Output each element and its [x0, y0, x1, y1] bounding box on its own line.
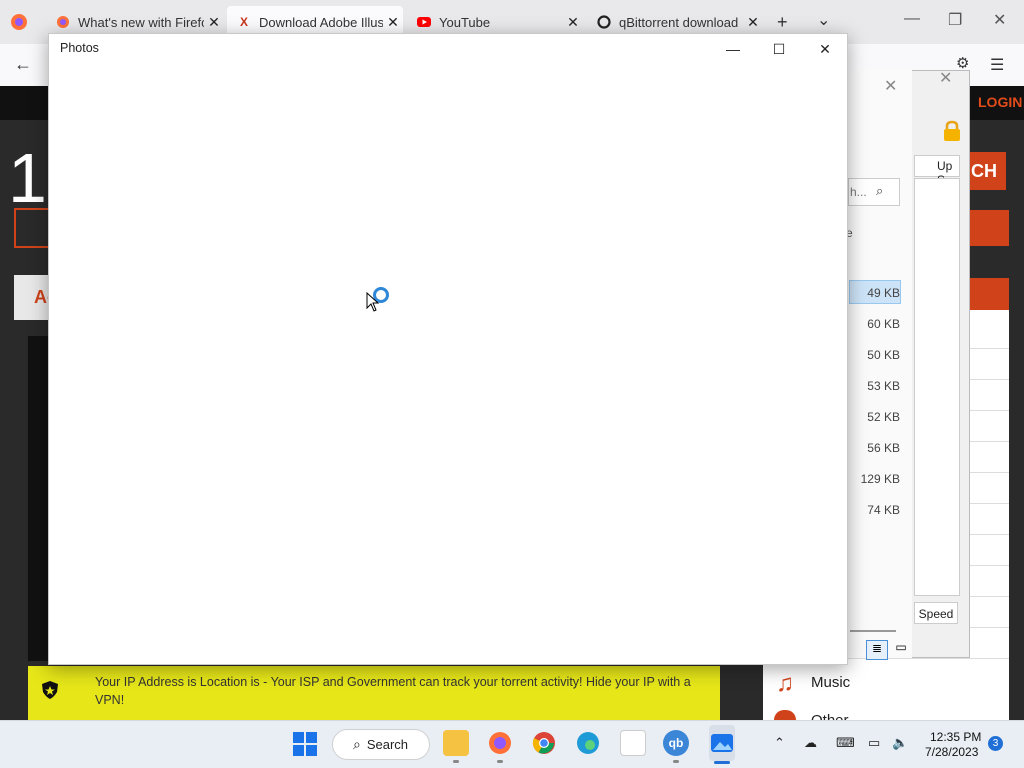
active-indicator: [714, 761, 730, 764]
category-music-link[interactable]: Music: [811, 674, 850, 691]
up-speed-column-header[interactable]: Up S: [914, 155, 960, 187]
cloud-offline-icon[interactable]: ☁: [804, 735, 817, 751]
file-size: 53 KB: [867, 379, 900, 393]
qbittorrent-icon[interactable]: qb: [663, 730, 689, 756]
list-view-icon[interactable]: ≣: [866, 640, 888, 660]
taskbar-search-button[interactable]: ⌕ Search: [332, 729, 430, 760]
clock-date[interactable]: 7/28/2023: [925, 745, 978, 759]
shield-icon: [40, 680, 60, 700]
firefox-menu-icon[interactable]: [10, 13, 28, 31]
ip-warning-text: Your IP Address is Location is - Your IS…: [95, 675, 691, 707]
running-indicator: [497, 760, 503, 763]
notepad-icon[interactable]: [620, 730, 646, 756]
close-icon[interactable]: ✕: [939, 68, 952, 88]
firefox-icon[interactable]: [487, 730, 513, 756]
keyboard-icon[interactable]: ⌨: [836, 735, 855, 751]
site-x-icon: X: [239, 15, 248, 29]
file-size: 129 KB: [860, 472, 900, 486]
tab-label: What's new with Firefox: [78, 14, 204, 30]
back-button[interactable]: ←: [14, 54, 32, 75]
file-size: 49 KB: [867, 286, 900, 300]
category-other-link[interactable]: Other: [811, 712, 849, 720]
notification-badge[interactable]: 3: [988, 736, 1003, 751]
app-menu-icon[interactable]: ☰: [990, 55, 1004, 75]
site-info-panel: [28, 336, 50, 661]
file-size: 60 KB: [867, 317, 900, 331]
edge-icon[interactable]: [575, 730, 601, 756]
lock-icon[interactable]: [942, 120, 962, 142]
browser-close-button[interactable]: ✕: [993, 10, 1006, 30]
mouse-cursor-icon: [366, 291, 380, 312]
file-size: 74 KB: [867, 503, 900, 517]
speed-column-header[interactable]: Speed: [914, 602, 958, 624]
file-size: 52 KB: [867, 410, 900, 424]
close-button[interactable]: ✕: [810, 40, 840, 58]
running-indicator: [453, 760, 459, 763]
chrome-icon[interactable]: [531, 730, 557, 756]
tab-label: YouTube: [439, 14, 491, 30]
tile-view-icon[interactable]: ▭: [892, 640, 910, 660]
close-icon[interactable]: ✕: [383, 14, 403, 31]
site-search-box[interactable]: [14, 208, 50, 248]
login-link[interactable]: LOGIN: [978, 94, 1022, 110]
maximize-button[interactable]: ☐: [764, 40, 794, 58]
clock-time[interactable]: 12:35 PM: [930, 730, 981, 744]
volume-icon[interactable]: 🔈: [892, 735, 908, 751]
firefox-icon: [56, 15, 70, 29]
browser-minimize-button[interactable]: —: [904, 10, 920, 28]
close-icon[interactable]: ✕: [563, 14, 583, 31]
dialog-right-pane: [914, 178, 960, 596]
windows-start-icon[interactable]: [293, 732, 317, 756]
tab-list-chevron-icon[interactable]: ⌄: [817, 10, 830, 30]
scrollbar[interactable]: [850, 630, 896, 632]
dialog-left-pane: [846, 70, 912, 658]
tab-label: Download Adobe Illustrator: [259, 14, 383, 30]
close-icon[interactable]: ✕: [743, 14, 763, 31]
music-icon: ♫: [776, 670, 794, 697]
minimize-button[interactable]: —: [718, 40, 748, 58]
show-hidden-icons-chevron-icon[interactable]: ⌃: [774, 735, 785, 751]
search-icon: ⌕: [353, 736, 361, 752]
qbittorrent-icon: [597, 15, 611, 29]
search-icon: ⌕: [876, 183, 884, 198]
photos-window: [48, 33, 848, 665]
network-icon[interactable]: ▭: [868, 735, 880, 751]
file-size: 50 KB: [867, 348, 900, 362]
file-size: 56 KB: [867, 441, 900, 455]
search-placeholder: h...: [850, 185, 867, 199]
new-tab-button[interactable]: +: [777, 12, 788, 33]
window-title: Photos: [60, 41, 99, 55]
file-explorer-icon[interactable]: [443, 730, 469, 756]
running-indicator: [673, 760, 679, 763]
youtube-icon: [417, 15, 431, 29]
close-icon[interactable]: ✕: [884, 76, 897, 96]
tab-label: qBittorrent download: [619, 14, 739, 30]
browser-restore-button[interactable]: ❐: [948, 10, 962, 30]
search-label: Search: [366, 737, 409, 752]
close-icon[interactable]: ✕: [204, 14, 224, 31]
photos-icon[interactable]: [709, 730, 735, 756]
